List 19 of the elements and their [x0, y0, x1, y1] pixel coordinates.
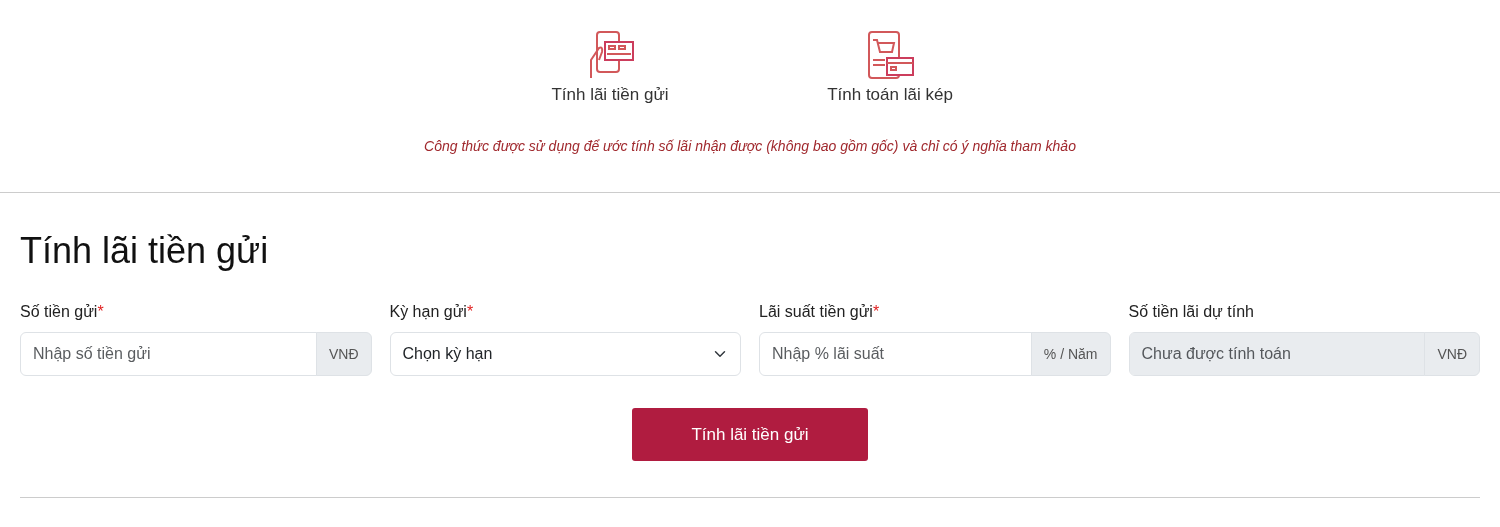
calculator-link[interactable]: Tính lãi tiền gửi — [510, 82, 710, 108]
unit-addon: VNĐ — [315, 332, 372, 377]
required-mark: * — [466, 303, 474, 321]
calculate-button[interactable]: Tính lãi tiền gửi — [632, 408, 868, 462]
phone-cart-card-icon[interactable] — [865, 30, 915, 80]
disclaimer-note: Công thức được sử dụng để ước tính số lãi nhận được (không bao gồm gốc) và chỉ có ý nghĩa tham khảo — [424, 136, 1076, 156]
unit-addon: % / Năm — [1030, 332, 1111, 377]
required-mark: * — [872, 303, 880, 321]
field-label: Kỳ hạn gửi — [389, 303, 467, 321]
field-label: Lãi suất tiền gửi — [759, 303, 873, 321]
term-select[interactable]: Chọn kỳ hạn — [389, 332, 741, 377]
field-label: Số tiền lãi dự tính — [1128, 303, 1254, 321]
required-mark: * — [97, 303, 104, 321]
unit-addon: VNĐ — [1424, 332, 1480, 377]
input-field[interactable]: Nhập số tiền gửi — [20, 332, 317, 377]
form-title: Tính lãi tiền gửi — [20, 229, 270, 273]
input-field[interactable]: Nhập % lãi suất — [759, 332, 1032, 377]
calculator-link[interactable]: Tính toán lãi kép — [790, 82, 990, 108]
field-label: Số tiền gửi — [20, 303, 98, 321]
